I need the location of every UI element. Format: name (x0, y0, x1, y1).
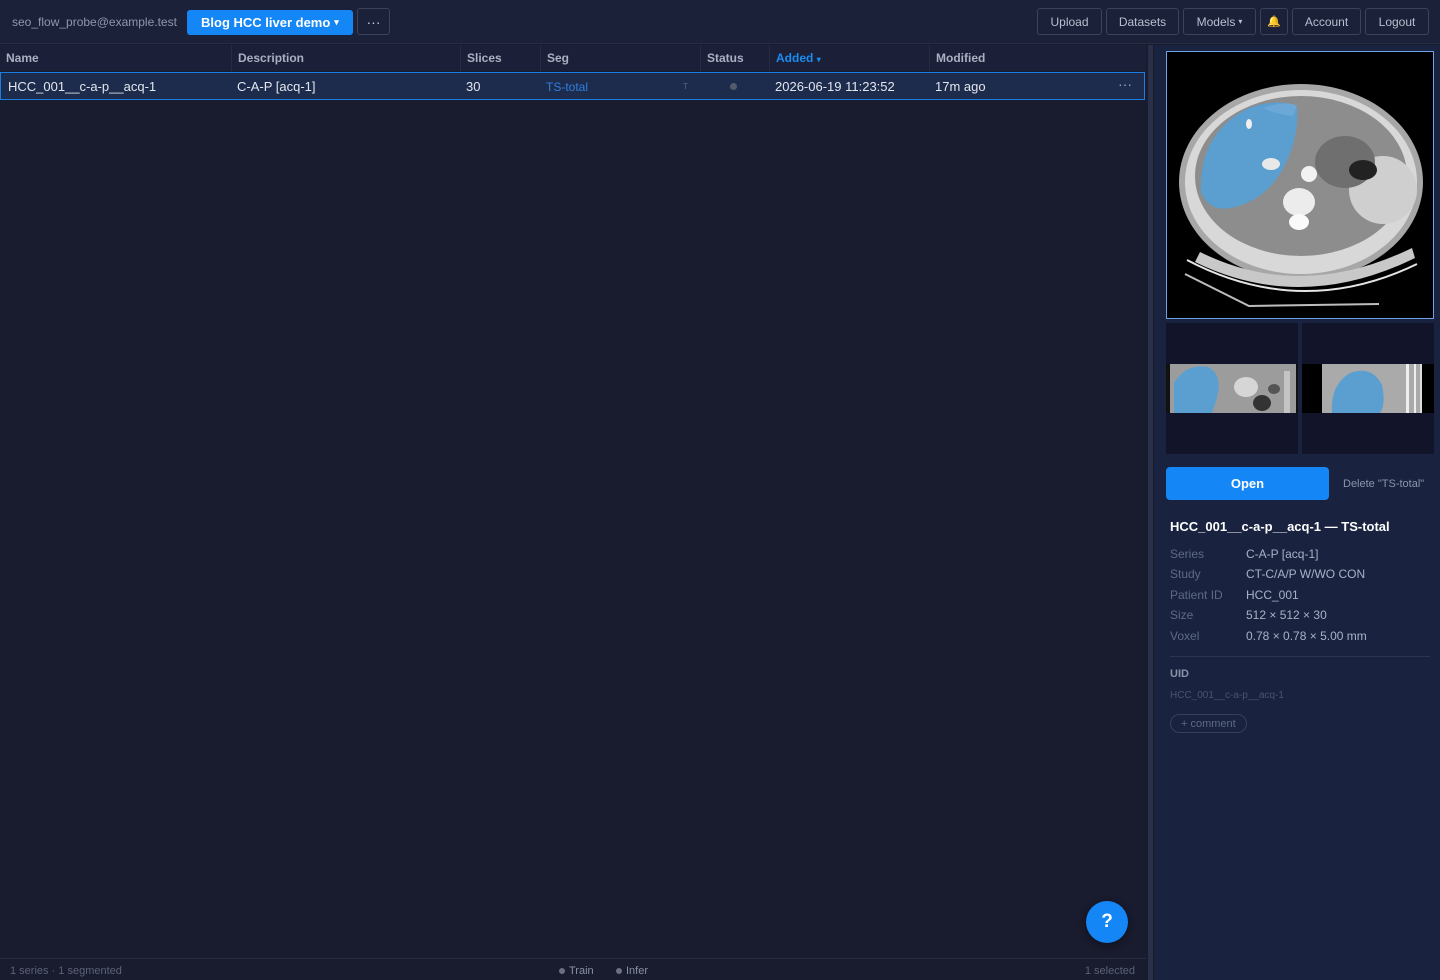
ellipsis-icon: ··· (366, 13, 381, 30)
status-indicator (730, 83, 737, 90)
datasets-button[interactable]: Datasets (1106, 8, 1179, 35)
add-comment-button[interactable]: + comment (1170, 714, 1247, 733)
top-bar: seo_flow_probe@example.test Blog HCC liv… (0, 0, 1440, 44)
delete-segmentation-link[interactable]: Delete "TS-total" (1343, 478, 1424, 490)
detail-value: 512 × 512 × 30 (1246, 608, 1327, 622)
chevron-down-icon: ▾ (1238, 17, 1243, 26)
train-dot-icon (559, 968, 565, 974)
cell-modified: 17m ago (935, 79, 986, 94)
detail-key: Voxel (1170, 629, 1200, 643)
added-label: Added (776, 51, 814, 65)
uid-value: HCC_001__c-a-p__acq-1 (1170, 690, 1284, 701)
column-header-modified[interactable]: Modified (930, 45, 1146, 71)
bell-icon: 🔔 (1267, 16, 1281, 28)
models-button[interactable]: Models ▾ (1183, 8, 1256, 35)
ct-axial-slice-image (1167, 52, 1433, 318)
more-options-button[interactable]: ··· (357, 8, 390, 35)
detail-value: CT-C/A/P W/WO CON (1246, 567, 1366, 581)
detail-key: Size (1170, 608, 1194, 622)
series-title: HCC_001__c-a-p__acq-1 — TS-total (1170, 519, 1390, 534)
account-button[interactable]: Account (1292, 8, 1361, 35)
table-row[interactable]: HCC_001__c-a-p__acq-1 C-A-P [acq-1] 30 T… (0, 72, 1145, 100)
detail-key: Study (1170, 567, 1201, 581)
detail-value: HCC_001 (1246, 588, 1299, 602)
cell-name: HCC_001__c-a-p__acq-1 (8, 79, 157, 94)
project-label: Blog HCC liver demo (201, 15, 331, 30)
legend-train-label: Train (569, 965, 594, 977)
help-button[interactable]: ? (1086, 901, 1128, 943)
question-icon: ? (1101, 911, 1113, 932)
column-header-description[interactable]: Description (232, 45, 461, 71)
models-label: Models (1196, 14, 1236, 29)
open-button[interactable]: Open (1166, 467, 1329, 500)
ct-coronal-slice-image (1166, 323, 1298, 454)
uid-label: UID (1170, 668, 1189, 680)
column-header-name[interactable]: Name (0, 45, 232, 71)
infer-dot-icon (616, 968, 622, 974)
row-menu-button[interactable]: ··· (1118, 76, 1132, 92)
chevron-down-icon: ▾ (334, 17, 339, 27)
detail-key: Patient ID (1170, 588, 1223, 602)
series-summary: 1 series · 1 segmented (10, 965, 122, 977)
legend-infer: Infer (616, 965, 648, 977)
table-header: Name Description Slices Seg Status Added… (0, 45, 1146, 71)
ct-sagittal-slice-image (1302, 323, 1434, 454)
notifications-button[interactable]: 🔔 (1260, 8, 1288, 35)
sort-desc-icon: ▾ (816, 55, 821, 64)
selection-count: 1 selected (1084, 965, 1135, 977)
coronal-view[interactable] (1166, 323, 1298, 454)
logout-button[interactable]: Logout (1365, 8, 1429, 35)
series-table: Name Description Slices Seg Status Added… (0, 45, 1146, 958)
legend-train: Train (559, 965, 594, 977)
axial-view[interactable] (1166, 51, 1434, 319)
detail-value: 0.78 × 0.78 × 5.00 mm (1246, 629, 1367, 643)
project-selector-button[interactable]: Blog HCC liver demo ▾ (187, 10, 353, 35)
legend-infer-label: Infer (626, 965, 649, 977)
column-header-status[interactable]: Status (701, 45, 770, 71)
column-header-slices[interactable]: Slices (461, 45, 541, 71)
cell-description: C-A-P [acq-1] (237, 79, 316, 94)
column-header-seg[interactable]: Seg (541, 45, 701, 71)
details-panel: Open Delete "TS-total" HCC_001__c-a-p__a… (1154, 45, 1440, 980)
cell-seg-link[interactable]: TS-total (546, 80, 588, 94)
seg-type-badge: T (683, 82, 688, 91)
cell-slices: 30 (466, 79, 481, 94)
sagittal-view[interactable] (1302, 323, 1434, 454)
column-header-added[interactable]: Added ▾ (770, 45, 930, 71)
upload-button[interactable]: Upload (1037, 8, 1102, 35)
detail-key: Series (1170, 547, 1205, 561)
detail-value: C-A-P [acq-1] (1246, 547, 1319, 561)
user-email: seo_flow_probe@example.test (12, 15, 177, 29)
cell-added: 2026-06-19 11:23:52 (775, 79, 895, 94)
status-bar: 1 series · 1 segmented Train Infer 1 sel… (0, 958, 1146, 980)
divider (1170, 656, 1430, 657)
panel-resize-handle[interactable] (1148, 45, 1153, 980)
